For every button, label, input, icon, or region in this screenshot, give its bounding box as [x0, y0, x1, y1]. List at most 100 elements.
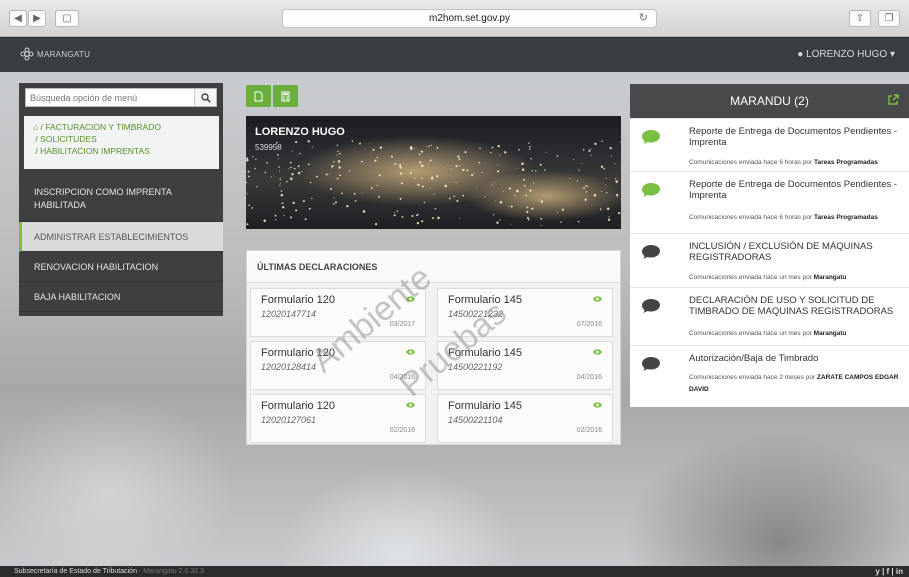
calculator-button[interactable]: [273, 85, 298, 107]
declarations-title: ÚLTIMAS DECLARACIONES: [247, 251, 620, 283]
notification-meta: Comunicaciones enviada hace 2 meses por …: [689, 374, 899, 393]
form-number: 14500221232: [448, 309, 504, 319]
form-name: Formulario 120: [261, 400, 335, 412]
form-number: 14500221104: [448, 415, 503, 425]
eye-icon[interactable]: [406, 402, 415, 408]
app-topbar: MARANGATU ● LORENZO HUGO ▾: [0, 38, 909, 72]
breadcrumb-item[interactable]: / SOLICITUDES: [35, 134, 96, 144]
menu-search-input[interactable]: [26, 89, 194, 106]
form-date: 03/2017: [389, 321, 415, 328]
declaration-card[interactable]: Formulario 145 14500221232 07/2016: [437, 288, 613, 337]
app-logo[interactable]: MARANGATU: [20, 47, 90, 61]
breadcrumb: ⌂ / FACTURACION Y TIMBRADO / SOLICITUDES…: [24, 116, 219, 169]
form-date: 02/2016: [576, 427, 602, 434]
notification-item[interactable]: Reporte de Entrega de Documentos Pendien…: [630, 118, 909, 171]
form-date: 02/2016: [389, 427, 415, 434]
reload-icon[interactable]: ↻: [639, 10, 648, 27]
eye-icon[interactable]: [406, 349, 415, 355]
form-number: 12020127061: [261, 415, 317, 425]
form-name: Formulario 145: [448, 400, 522, 412]
chat-bubble-icon: [642, 130, 660, 144]
sidebar-item-renovacion[interactable]: RENOVACION HABILITACION: [19, 252, 223, 282]
form-name: Formulario 120: [261, 294, 335, 306]
notification-title: DECLARACIÓN DE USO Y SOLICITUD DE TIMBRA…: [689, 295, 894, 317]
logo-text: MARANGATU: [37, 49, 91, 59]
user-name: LORENZO HUGO: [806, 49, 888, 60]
back-button[interactable]: ◀: [9, 10, 27, 27]
address-bar[interactable]: m2hom.set.gov.py ↻: [282, 9, 657, 28]
breadcrumb-item[interactable]: / HABILITACION IMPRENTAS: [35, 146, 149, 156]
menu-search: [25, 88, 217, 107]
chat-bubble-icon: [642, 357, 660, 371]
external-link-icon[interactable]: [888, 84, 899, 118]
toolbar: [246, 85, 298, 107]
form-date: 04/2016: [576, 374, 602, 381]
sidebar-item-label: BAJA HABILITACION: [34, 291, 121, 302]
eye-icon[interactable]: [406, 296, 415, 302]
notification-meta: Comunicaciones enviada hace 6 horas por …: [689, 159, 878, 166]
form-name: Formulario 120: [261, 347, 335, 359]
sidebar-menu: INSCRIPCION COMO IMPRENTA HABILITADA ADM…: [19, 177, 223, 312]
declaration-card[interactable]: Formulario 120 12020128414 04/2016: [250, 341, 426, 390]
sidebar: ⌂ / FACTURACION Y TIMBRADO / SOLICITUDES…: [19, 83, 223, 316]
declaration-card[interactable]: Formulario 145 14500221192 04/2016: [437, 341, 613, 390]
profile-name: LORENZO HUGO: [255, 126, 345, 138]
social-links[interactable]: y | f | in: [875, 566, 903, 577]
sidebar-item-baja[interactable]: BAJA HABILITACION: [19, 282, 223, 312]
profile-id: 539958: [255, 143, 282, 152]
notification-item[interactable]: INCLUSIÓN / EXCLUSIÓN DE MÁQUINAS REGIST…: [630, 233, 909, 287]
eye-icon[interactable]: [593, 402, 602, 408]
profile-banner: LORENZO HUGO 539958: [246, 116, 621, 229]
notification-title: Reporte de Entrega de Documentos Pendien…: [689, 179, 898, 201]
notification-meta: Comunicaciones enviada hace un mes por M…: [689, 274, 847, 281]
notifications-header: MARANDU (2): [630, 84, 909, 118]
notification-title: INCLUSIÓN / EXCLUSIÓN DE MÁQUINAS REGIST…: [689, 241, 873, 263]
notification-meta: Comunicaciones enviada hace 6 horas por …: [689, 214, 878, 221]
notifications-title: MARANDU (2): [730, 94, 809, 108]
eye-icon[interactable]: [593, 296, 602, 302]
logo-icon: [20, 47, 34, 61]
sidebar-item-inscripcion[interactable]: INSCRIPCION COMO IMPRENTA HABILITADA: [19, 177, 223, 222]
notification-item[interactable]: DECLARACIÓN DE USO Y SOLICITUD DE TIMBRA…: [630, 287, 909, 345]
breadcrumb-item[interactable]: / FACTURACION Y TIMBRADO: [41, 122, 161, 132]
tabs-button[interactable]: ❐: [878, 10, 900, 27]
notification-title: Reporte de Entrega de Documentos Pendien…: [689, 126, 898, 148]
new-document-button[interactable]: [246, 85, 271, 107]
footer: Subsecretaría de Estado de Tributación -…: [0, 566, 909, 577]
home-icon[interactable]: ⌂: [33, 122, 38, 132]
chat-bubble-icon: [642, 299, 660, 313]
chat-bubble-icon: [642, 245, 660, 259]
notification-item[interactable]: Autorización/Baja de Timbrado Comunicaci…: [630, 345, 909, 407]
notification-item[interactable]: Reporte de Entrega de Documentos Pendien…: [630, 171, 909, 233]
footer-org: Subsecretaría de Estado de Tributación: [14, 568, 137, 575]
eye-icon[interactable]: [593, 349, 602, 355]
caret-down-icon: ▾: [889, 49, 895, 60]
sidebar-item-administrar[interactable]: ADMINISTRAR ESTABLECIMIENTOS: [19, 222, 223, 252]
chat-bubble-icon: [642, 183, 660, 197]
form-number: 12020128414: [261, 362, 317, 372]
url-text: m2hom.set.gov.py: [429, 13, 510, 24]
notification-title: Autorización/Baja de Timbrado: [689, 353, 819, 364]
notification-meta: Comunicaciones enviada hace un mes por M…: [689, 330, 847, 337]
sidebar-toggle-button[interactable]: ▢: [55, 10, 79, 27]
forward-button[interactable]: ▶: [28, 10, 46, 27]
declaration-card[interactable]: Formulario 120 12020127061 02/2016: [250, 394, 426, 443]
declarations-panel: ÚLTIMAS DECLARACIONES Formulario 120 120…: [246, 250, 621, 445]
search-button[interactable]: [194, 89, 216, 106]
form-number: 12020147714: [261, 309, 317, 319]
form-name: Formulario 145: [448, 294, 522, 306]
calculator-icon: [281, 91, 290, 101]
declaration-card[interactable]: Formulario 120 12020147714 03/2017: [250, 288, 426, 337]
user-icon: ●: [797, 49, 804, 60]
share-button[interactable]: ⇧: [849, 10, 871, 27]
sidebar-item-label: RENOVACION HABILITACION: [34, 261, 159, 272]
form-date: 04/2016: [389, 374, 415, 381]
user-menu[interactable]: ● LORENZO HUGO ▾: [797, 49, 895, 60]
form-date: 07/2016: [576, 321, 602, 328]
browser-chrome: ◀ ▶ ▢ m2hom.set.gov.py ↻ ⇧ ❐: [0, 0, 909, 37]
sidebar-item-label: INSCRIPCION COMO IMPRENTA HABILITADA: [34, 187, 172, 210]
notifications-panel: MARANDU (2) Reporte de Entrega de Docume…: [630, 84, 909, 407]
declaration-card[interactable]: Formulario 145 14500221104 02/2016: [437, 394, 613, 443]
search-icon: [200, 92, 211, 103]
form-number: 14500221192: [448, 362, 503, 372]
